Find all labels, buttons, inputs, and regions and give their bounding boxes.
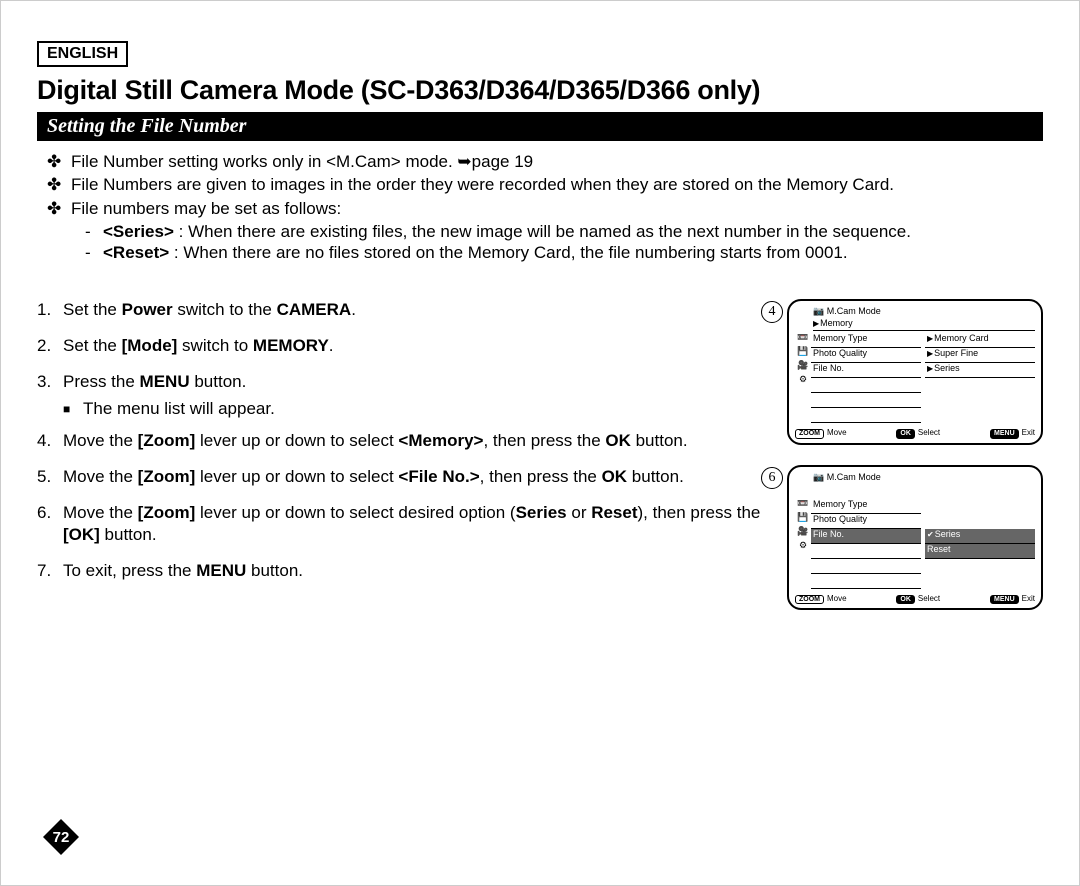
ok-pill: OK (896, 429, 915, 439)
step-sub: ■The menu list will appear. (63, 398, 777, 420)
zoom-pill: ZOOM (795, 595, 824, 605)
step: 7. To exit, press the MENU button. (37, 560, 777, 582)
menu-pill: MENU (990, 429, 1019, 439)
osd-footer: ZOOMMove OKSelect MENUExit (795, 595, 1035, 605)
zoom-pill: ZOOM (795, 429, 824, 439)
osd-value-selected: Series (925, 529, 1035, 544)
page-number-badge: 72 (43, 819, 79, 855)
section-heading: Setting the File Number (37, 112, 1043, 141)
tape-icon: 📼 (797, 333, 809, 343)
gear-icon: ⚙ (797, 375, 809, 385)
osd-item-selected: File No. (811, 529, 921, 544)
osd-item: File No. (811, 363, 921, 378)
menu-pill: MENU (990, 595, 1019, 605)
osd-previews: 4 📷 M.Cam Mode Memory 📼 💾 🎥 ⚙ Memory Typ… (787, 299, 1043, 630)
gear-icon: ⚙ (797, 541, 809, 551)
osd-item: Memory Type (811, 499, 921, 514)
card-icon: 💾 (797, 347, 809, 357)
osd-value: Memory Card (925, 333, 1035, 348)
camera-icon: 📷 (813, 306, 824, 316)
osd-item-empty (811, 393, 921, 408)
osd-item-empty (811, 408, 921, 423)
osd-value: Series (925, 363, 1035, 378)
osd-selected-category: Memory (813, 319, 1035, 331)
step: 3. Press the MENU button. (37, 371, 777, 393)
osd-footer: ZOOMMove OKSelect MENUExit (795, 429, 1035, 439)
overview-bullets: ✤File Number setting works only in <M.Ca… (47, 151, 1043, 263)
osd-value: Super Fine (925, 348, 1035, 363)
osd-item: Photo Quality (811, 514, 921, 529)
step: 6. Move the [Zoom] lever up or down to s… (37, 502, 777, 546)
osd-item-empty (811, 378, 921, 393)
osd-value-option: Reset (925, 544, 1035, 559)
ok-pill: OK (896, 595, 915, 605)
sub-bullet: <Series> : When there are existing files… (103, 221, 911, 242)
step: 1. Set the Power switch to the CAMERA. (37, 299, 777, 321)
step: 4. Move the [Zoom] lever up or down to s… (37, 430, 777, 452)
bullet-text: File Numbers are given to images in the … (71, 174, 894, 195)
osd-screen-4: 4 📷 M.Cam Mode Memory 📼 💾 🎥 ⚙ Memory Typ… (787, 299, 1043, 444)
osd-mode-label: 📷 M.Cam Mode (813, 473, 1035, 483)
camera-icon: 🎥 (797, 527, 809, 537)
osd-mode-label: 📷 M.Cam Mode (813, 307, 1035, 317)
manual-page: ENGLISH Digital Still Camera Mode (SC-D3… (0, 0, 1080, 886)
osd-screen-6: 6 📷 M.Cam Mode Back 📼 💾 🎥 ⚙ Memory Type (787, 465, 1043, 610)
page-title: Digital Still Camera Mode (SC-D363/D364/… (37, 75, 1043, 106)
steps-list: 1. Set the Power switch to the CAMERA. 2… (37, 299, 787, 630)
step-ref-circle: 6 (761, 467, 783, 489)
step: 2. Set the [Mode] switch to MEMORY. (37, 335, 777, 357)
camera-icon: 📷 (813, 472, 824, 482)
bullet-text: File Number setting works only in <M.Cam… (71, 151, 533, 172)
card-icon: 💾 (797, 513, 809, 523)
language-tag: ENGLISH (37, 41, 128, 67)
camera-icon: 🎥 (797, 361, 809, 371)
sub-bullet: <Reset> : When there are no files stored… (103, 242, 848, 263)
osd-back: Back (813, 485, 1035, 497)
osd-item: Photo Quality (811, 348, 921, 363)
bullet-text: File numbers may be set as follows: (71, 198, 341, 219)
osd-item: Memory Type (811, 333, 921, 348)
step: 5. Move the [Zoom] lever up or down to s… (37, 466, 777, 488)
tape-icon: 📼 (797, 499, 809, 509)
